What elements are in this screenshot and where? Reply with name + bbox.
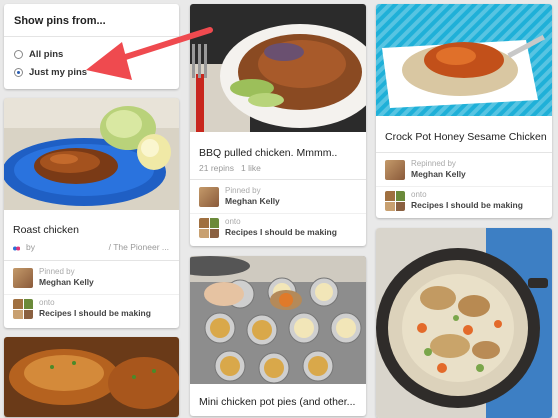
board-name[interactable]: Recipes I should be making (411, 200, 523, 210)
pin-card-honey-sesame-chicken[interactable]: Crock Pot Honey Sesame Chicken Repinned … (376, 4, 552, 218)
row-divider (4, 294, 179, 295)
pin-card-mini-pot-pies[interactable]: Mini chicken pot pies (and other... (190, 256, 366, 416)
pin-title[interactable]: Roast chicken (13, 224, 79, 236)
pin-source: by / The Pioneer ... (13, 242, 173, 254)
pin-card-chicken-rice-pot[interactable] (376, 228, 552, 418)
pin-card-glazed-chicken[interactable] (4, 337, 179, 417)
board-thumbnail[interactable] (199, 218, 219, 238)
row-divider (190, 213, 366, 214)
pin-divider (4, 260, 179, 261)
avatar[interactable] (199, 187, 219, 207)
pinner-name[interactable]: Meghan Kelly (39, 277, 94, 287)
row-divider (376, 186, 552, 187)
glazed-chicken-photo (4, 337, 179, 417)
pin-image-mini-pot-pies[interactable] (190, 256, 366, 384)
bbq-chicken-photo (190, 4, 366, 132)
board-row[interactable]: onto Recipes I should be making (385, 189, 546, 215)
pin-image-honey-sesame-chicken[interactable] (376, 4, 552, 116)
honey-sesame-photo (376, 4, 552, 116)
pinned-by-row[interactable]: Pinned by Meghan Kelly (199, 185, 360, 211)
onto-label: onto (39, 298, 55, 307)
pin-divider (190, 179, 366, 180)
pot-pies-photo (190, 256, 366, 384)
pin-title[interactable]: BBQ pulled chicken. Mmmm.. (199, 147, 337, 159)
pinned-by-row[interactable]: Pinned by Meghan Kelly (13, 266, 173, 292)
source-by: by (26, 242, 35, 252)
repinned-by-row[interactable]: Repinned by Meghan Kelly (385, 158, 546, 184)
radio-just-my-pins-label: Just my pins (29, 67, 88, 78)
pin-card-bbq-pulled-chicken[interactable]: BBQ pulled chicken. Mmmm.. 21 repins 1 l… (190, 4, 366, 246)
pin-divider (376, 152, 552, 153)
onto-label: onto (411, 190, 427, 199)
pin-title[interactable]: Crock Pot Honey Sesame Chicken (385, 131, 547, 143)
pin-card-roast-chicken[interactable]: Roast chicken by / The Pioneer ... Pinne… (4, 98, 179, 328)
pin-image-roast-chicken[interactable] (4, 98, 179, 210)
source-favicon-icon (13, 244, 21, 251)
radio-button-just-my-pins[interactable] (14, 68, 23, 77)
pinned-by-label: Pinned by (225, 186, 261, 195)
filter-divider (4, 36, 179, 37)
radio-button-all-pins[interactable] (14, 50, 23, 59)
repinned-by-label: Repinned by (411, 159, 456, 168)
board-row[interactable]: onto Recipes I should be making (199, 216, 360, 242)
filter-title: Show pins from... (14, 15, 106, 27)
pinner-name[interactable]: Meghan Kelly (411, 169, 466, 179)
chicken-rice-pot-photo (376, 228, 552, 418)
board-thumbnail[interactable] (385, 191, 405, 211)
pin-image-bbq-pulled-chicken[interactable] (190, 4, 366, 132)
pinner-name[interactable]: Meghan Kelly (225, 196, 280, 206)
pin-filter-panel: Show pins from... All pins Just my pins (4, 4, 179, 89)
pin-stats: 21 repins 1 like (199, 163, 261, 173)
board-name[interactable]: Recipes I should be making (225, 227, 337, 237)
board-name[interactable]: Recipes I should be making (39, 308, 151, 318)
board-row[interactable]: onto Recipes I should be making (13, 297, 173, 323)
avatar[interactable] (385, 160, 405, 180)
pin-title[interactable]: Mini chicken pot pies (and other... (199, 396, 355, 408)
roast-chicken-photo (4, 98, 179, 210)
pin-image-glazed-chicken[interactable] (4, 337, 179, 417)
source-name[interactable]: / The Pioneer ... (109, 242, 169, 252)
avatar[interactable] (13, 268, 33, 288)
onto-label: onto (225, 217, 241, 226)
pinned-by-label: Pinned by (39, 267, 75, 276)
radio-all-pins-label: All pins (29, 49, 64, 60)
board-thumbnail[interactable] (13, 299, 33, 319)
pin-image-chicken-rice-pot[interactable] (376, 228, 552, 418)
